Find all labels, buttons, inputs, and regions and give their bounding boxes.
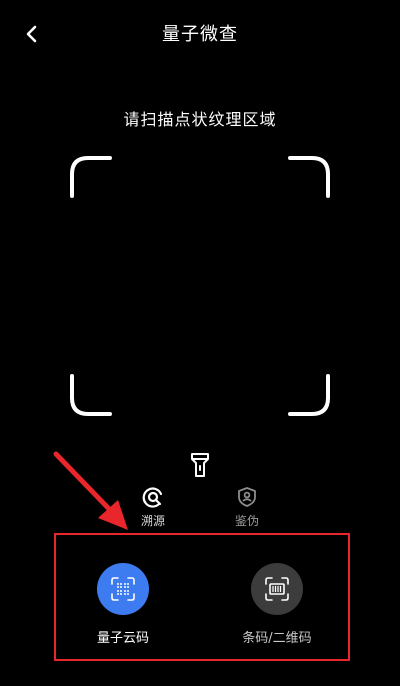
barcode-scan-icon: [265, 577, 289, 601]
corner-top-right: [288, 156, 330, 198]
trace-icon: [142, 487, 163, 508]
scan-hint: 请扫描点状纹理区域: [123, 110, 277, 129]
shield-user-icon: [238, 487, 256, 507]
dot-grid-icon: [111, 577, 135, 601]
barcode-qr-label: 条码/二维码: [242, 631, 312, 646]
tab-authenticate-label: 鉴伪: [234, 514, 259, 528]
flashlight-icon: [191, 453, 209, 477]
barcode-qr-button[interactable]: [251, 563, 303, 615]
barcode-qr-option[interactable]: 条码/二维码: [222, 563, 332, 646]
scan-frame: [70, 156, 330, 416]
corner-bottom-right: [288, 374, 330, 416]
corner-top-left: [70, 156, 112, 198]
corner-bottom-left: [70, 374, 112, 416]
quantum-cloud-code-label: 量子云码: [96, 631, 149, 646]
page-title: 量子微查: [162, 24, 238, 45]
top-bar: 量子微查: [0, 0, 400, 64]
quantum-cloud-code-button[interactable]: [97, 563, 149, 615]
annotation-arrow-icon: [53, 451, 128, 530]
flashlight-button[interactable]: [185, 450, 215, 480]
quantum-cloud-code-option[interactable]: 量子云码: [68, 563, 178, 646]
tab-authenticate[interactable]: 鉴伪: [217, 486, 277, 529]
